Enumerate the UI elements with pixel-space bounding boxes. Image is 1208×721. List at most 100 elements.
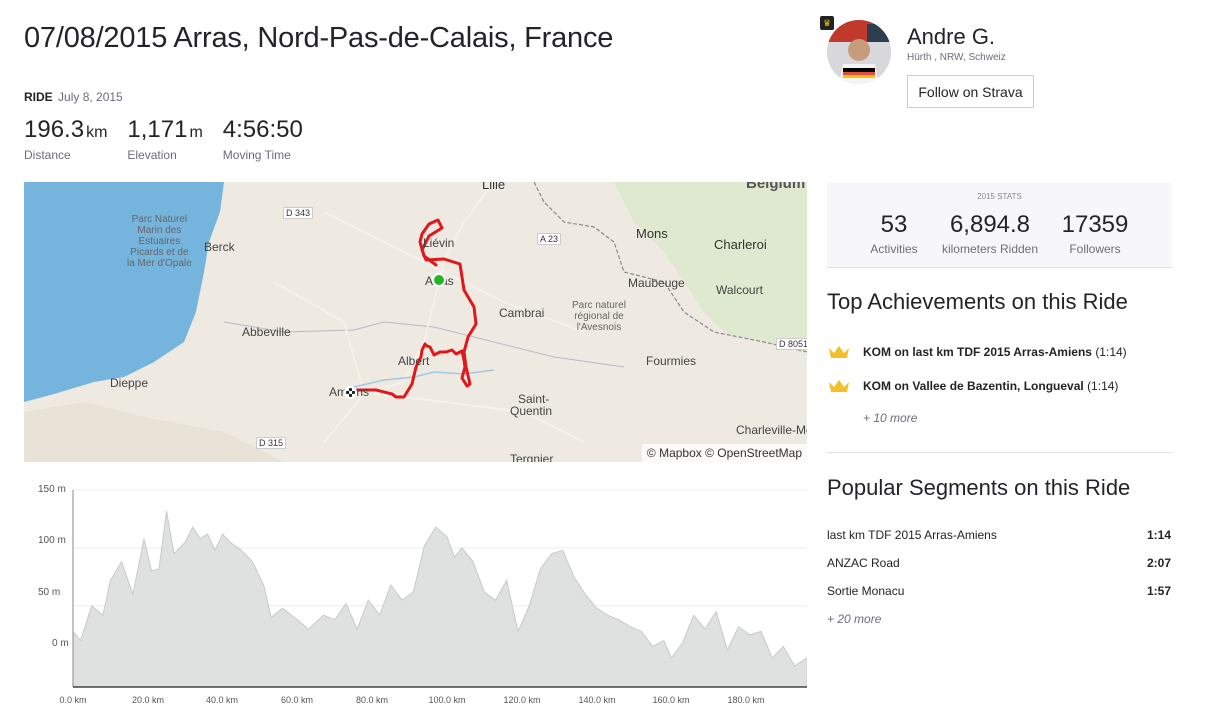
segment-name[interactable]: last km TDF 2015 Arras-Amiens [827,528,997,542]
map-label-maubeuge: Maubeuge [628,276,685,290]
map-label-albert: Albert [398,354,430,368]
segment-name[interactable]: ANZAC Road [827,556,900,570]
x-tick-60: 60.0 km [280,695,314,705]
segments-title: Popular Segments on this Ride [827,475,1131,500]
map-label-lievin: Liévin [423,236,455,250]
map-attribution[interactable]: © Mapbox © OpenStreetMap [641,444,807,462]
y-tick-100: 100 m [38,535,66,546]
athlete-name[interactable]: Andre G. [907,24,995,50]
x-tick-160: 160.0 km [652,695,690,705]
map-label-cambrai: Cambrai [499,306,545,320]
y-tick-150: 150 m [38,484,66,495]
route-finish-marker [344,386,357,399]
year-stat-activities-label: Activities [870,242,918,256]
road [373,393,585,443]
stat-elevation-label: Elevation [127,148,177,162]
achievement-time: (1:14) [1095,345,1127,359]
road [323,211,585,333]
map-label-parc-marin: Parc Naturel Marin des Estuaires Picards… [127,214,192,269]
stat-elevation: 1,171 m Elevation [127,116,202,162]
premium-badge-icon: ♛ [820,16,834,30]
y-tick-0: 0 m [52,638,69,649]
achievement-time: (1:14) [1087,379,1119,393]
stat-distance-unit: km [86,124,108,141]
year-stat-distance-value: 6,894.8 [949,211,1031,238]
map-label-dieppe: Dieppe [110,376,149,390]
map-label-fourmies: Fourmies [646,354,697,368]
x-tick-180: 180.0 km [727,695,765,705]
map-label-lille: Lille [482,182,506,192]
stat-distance-label: Distance [24,148,71,162]
stat-elevation-value: 1,171 [127,116,188,143]
road [273,281,366,443]
follow-button[interactable]: Follow on Strava [907,75,1034,108]
achievement-item[interactable]: KOM on last km TDF 2015 Arras-Amiens (1:… [828,345,1127,359]
achievement-name: KOM on Vallee de Bazentin, Longueval [863,379,1084,393]
map-label-charleville: Charleville-Mé [736,423,807,437]
stat-distance-value: 196.3 [24,116,85,143]
athlete-location: Hürth , NRW, Schweiz [907,52,1006,63]
avatar-image [827,20,891,84]
map-label-berck: Berck [204,240,235,254]
year-stat-activities: 53 Activities [861,211,927,256]
year-stats-header: 2015 STATS [977,192,1022,201]
segment-name[interactable]: Sortie Monacu [827,584,904,598]
map-road-d8051: D 8051 [776,338,807,350]
stat-moving-time-value: 4:56:50 [222,116,303,143]
achievement-name: KOM on last km TDF 2015 Arras-Amiens [863,345,1092,359]
x-tick-140: 140.0 km [578,695,616,705]
sea-area [24,182,224,402]
x-tick-100: 100.0 km [428,695,466,705]
map-label-saint-quentin-2: Quentin [510,404,553,418]
route-path [355,218,478,399]
map-road-a23: A 23 [537,233,562,245]
achievements-title: Top Achievements on this Ride [827,289,1128,314]
year-stat-followers-label: Followers [1069,242,1121,256]
x-tick-40: 40.0 km [205,695,239,705]
crown-icon [829,380,849,392]
elevation-area [72,510,807,688]
map-label-abbeville: Abbeville [242,325,291,339]
segment-row[interactable]: ANZAC Road 2:07 [827,556,1171,570]
segment-row[interactable]: Sortie Monacu 1:57 [827,584,1171,598]
section-divider [827,452,1172,453]
route-map[interactable]: Lille Belgium Liévin Arras Berck Mons Ch… [24,182,807,462]
segments-more-link[interactable]: + 20 more [827,612,881,626]
year-stat-followers: 17359 Followers [1055,211,1135,256]
stat-moving-time-label: Moving Time [222,148,291,162]
forest-area [614,182,807,352]
x-tick-120: 120.0 km [503,695,541,705]
map-road-d315: D 315 [256,437,287,449]
page-title: 07/08/2015 Arras, Nord-Pas-de-Calais, Fr… [24,22,614,54]
elevation-chart[interactable]: 150 m 100 m 50 m 0 m 0.0 km 20.0 km 40.0… [24,480,807,710]
x-tick-0: 0.0 km [59,695,87,705]
activity-stats: 196.3 km Distance 1,171 m Elevation 4:56:5… [24,116,323,162]
map-road-d343: D 343 [283,207,314,219]
activity-type-date: RIDE July 8, 2015 [24,90,123,104]
stat-moving-time: 4:56:50 Moving Time [223,116,303,162]
segment-time: 1:57 [1146,584,1171,598]
achievement-item[interactable]: KOM on Vallee de Bazentin, Longueval (1:… [828,379,1118,393]
crown-icon [829,346,849,358]
map-label-walcourt: Walcourt [716,283,763,297]
avatar[interactable] [827,20,891,84]
year-stat-distance-label: kilometers Ridden [941,242,1039,256]
year-stat-activities-value: 53 [880,211,908,238]
stat-distance: 196.3 km Distance [24,116,107,162]
map-label-charleroi: Charleroi [714,237,767,252]
x-tick-20: 20.0 km [131,695,165,705]
segment-time: 1:14 [1146,528,1171,542]
year-stat-distance: 6,894.8 kilometers Ridden [937,211,1043,256]
map-label-parc-avesnois: Parc naturel régional de l'Avesnois [572,300,626,333]
x-tick-80: 80.0 km [355,695,389,705]
route-start-marker [432,273,446,287]
map-label-tergnier: Tergnier [510,452,554,462]
activity-date: July 8, 2015 [58,90,123,104]
segment-row[interactable]: last km TDF 2015 Arras-Amiens 1:14 [827,528,1171,542]
stat-elevation-unit: m [189,124,203,141]
map-label-mons: Mons [636,226,668,241]
year-stats-panel: 2015 STATS 53 Activities 6,894.8 kilomet… [827,183,1172,268]
achievements-more-link[interactable]: + 10 more [863,411,917,425]
activity-type: RIDE [24,90,53,104]
y-tick-50: 50 m [38,587,61,598]
